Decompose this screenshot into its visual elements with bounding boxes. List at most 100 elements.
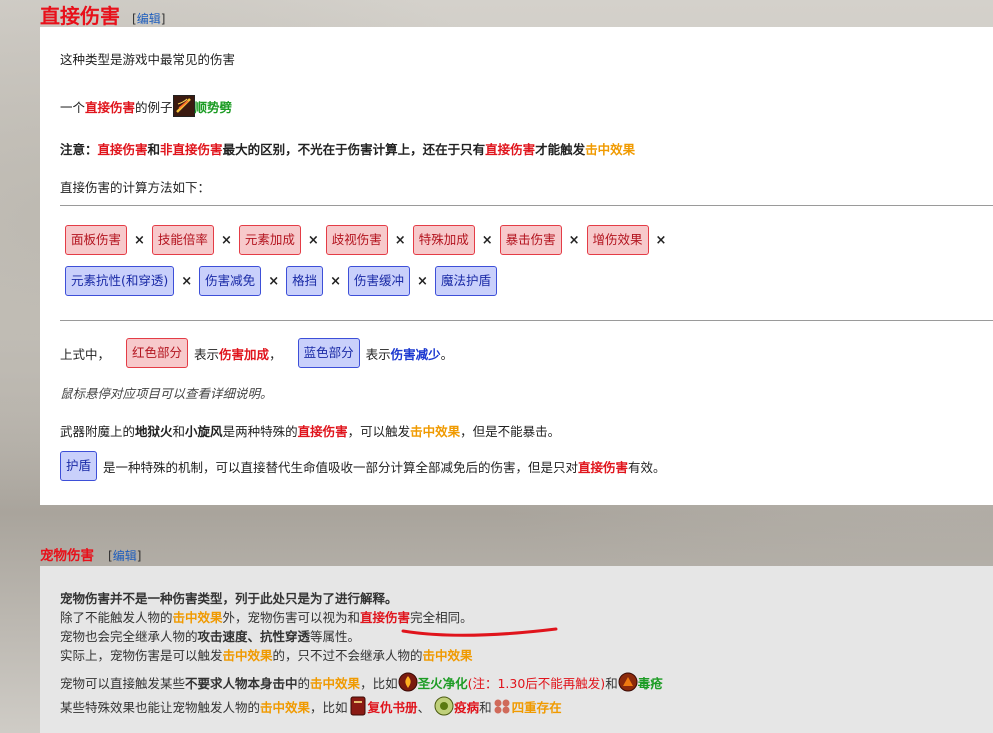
pet-text: 、 (417, 699, 431, 715)
formula-term-crit-damage[interactable]: 暴击伤害 (499, 225, 562, 255)
weapon-hellfire: 地狱火 (135, 424, 173, 439)
edit-link-wrapper: [编辑] (108, 549, 142, 563)
formula-term-panel-damage[interactable]: 面板伤害 (65, 225, 128, 255)
shield-direct-damage-link[interactable]: 直接伤害 (578, 457, 628, 476)
pet-text: 宠物可以直接触发某些 (60, 675, 186, 691)
formula-term-element-resist[interactable]: 元素抗性(和穿透) (65, 266, 175, 296)
handwritten-underline (401, 627, 558, 637)
pet-damage-panel: 宠物伤害并不是一种伤害类型，列于此处只是为了进行解释。 除了不能触发人物的击中效… (40, 566, 993, 733)
edit-link[interactable]: 编辑 (137, 12, 161, 26)
pet-hit-effect-link[interactable]: 击中效果 (223, 648, 273, 663)
poison-sore-link[interactable]: 毒疮 (638, 673, 663, 692)
formula-term-element-bonus[interactable]: 元素加成 (238, 225, 301, 255)
pet-no-hit-required: 不要求人物本身击中 (185, 675, 298, 691)
weapon-enchant-line: 武器附魔上的地狱火和小旋风是两种特殊的直接伤害，可以触发击中效果，但是不能暴击。 (60, 421, 560, 440)
pet-attrs: 攻击速度、抗性穿透 (197, 629, 311, 644)
example-middle: 的例子 (135, 99, 173, 115)
quadruple-existence-icon[interactable] (492, 696, 512, 716)
pet-line-5: 宠物可以直接触发某些 不要求人物本身击中的击中效果 ，比如 圣火净化 (注：1.30后… (60, 672, 663, 692)
quadruple-existence-link[interactable]: 四重存在 (512, 697, 562, 716)
formula-term-discrimination-damage[interactable]: 歧视伤害 (325, 225, 388, 255)
poison-sore-icon[interactable] (618, 672, 638, 692)
formula-term-special-bonus[interactable]: 特殊加成 (412, 225, 475, 255)
pet-hit-effect-link[interactable]: 击中效果 (310, 673, 360, 692)
pet-hit-effect-link[interactable]: 击中效果 (260, 697, 310, 716)
pet-text: 某些特殊效果也能让宠物触发人物的 (60, 699, 261, 715)
multiply-sign: × (481, 232, 493, 248)
note-and: 和 (147, 142, 161, 157)
multiply-sign: × (568, 232, 580, 248)
weapon-and: 和 (172, 424, 186, 439)
pet-text: 外，宠物伤害可以视为和 (222, 610, 361, 625)
note-term-direct-2[interactable]: 直接伤害 (485, 142, 535, 157)
multiply-sign: × (655, 232, 667, 248)
revenge-book-link[interactable]: 复仇书册 (368, 697, 418, 716)
multiply-sign: × (394, 232, 406, 248)
note-text-2: 才能触发 (535, 142, 586, 157)
hover-hint: 鼠标悬停对应项目可以查看详细说明。 (60, 386, 273, 401)
legend-sep: ， (269, 346, 282, 362)
pet-hit-effect-link[interactable]: 击中效果 (173, 610, 223, 625)
section-heading-pet-damage: 宠物伤害 [编辑] (40, 544, 141, 564)
pet-text: ，比如 (360, 675, 398, 691)
shield-text: 是一种特殊的机制，可以直接替代生命值吸收一部分计算全部减免后的伤害，但是只对 (103, 459, 579, 475)
shield-text-end: 有效。 (628, 459, 666, 475)
multiply-sign: × (268, 273, 280, 289)
weapon-text: 武器附魔上的 (60, 424, 136, 439)
formula-term-block[interactable]: 格挡 (286, 266, 324, 296)
multiply-sign: × (307, 232, 319, 248)
multiply-sign: × (220, 232, 232, 248)
shield-chip[interactable]: 护盾 (60, 451, 98, 481)
example-term[interactable]: 直接伤害 (85, 97, 135, 116)
legend-end: 。 (440, 346, 454, 362)
edit-link-wrapper: [编辑] (132, 12, 166, 26)
revenge-book-icon[interactable] (350, 696, 366, 716)
pet-text: 等属性。 (310, 629, 361, 644)
pet-text: ，比如 (310, 699, 348, 715)
note-term-direct[interactable]: 直接伤害 (98, 142, 148, 157)
note-term-hit-effect[interactable]: 击中效果 (585, 142, 635, 157)
holy-fire-link[interactable]: 圣火净化 (418, 673, 468, 692)
legend-blue-chip: 蓝色部分 (297, 338, 360, 368)
formula-term-damage-increase[interactable]: 增伤效果 (586, 225, 649, 255)
calc-intro: 直接伤害的计算方法如下： (60, 180, 211, 195)
formula-row-red: 面板伤害 × 技能倍率 × 元素加成 × 歧视伤害 × 特殊加成 × 暴击伤害 × 增伤效果… (65, 225, 673, 255)
formula-term-magic-shield[interactable]: 魔法护盾 (434, 266, 497, 296)
edit-link-pet[interactable]: 编辑 (113, 549, 137, 563)
pet-text: 的，只不过不会继承人物的 (272, 648, 423, 663)
pet-text: 的 (297, 675, 311, 691)
sword-slash-icon[interactable] (172, 95, 195, 117)
example-prefix: 一个 (60, 99, 86, 115)
formula-term-skill-multiplier[interactable]: 技能倍率 (151, 225, 214, 255)
divider (60, 320, 993, 321)
pet-line-6: 某些特殊效果也能让宠物触发人物的 击中效果 ，比如 复仇书册、 疫病和 四重存在 (60, 696, 562, 716)
pet-text: 宠物也会完全继承人物的 (60, 629, 198, 644)
pet-line-3: 宠物也会完全继承人物的攻击速度、抗性穿透等属性。 (60, 626, 360, 645)
example-skill-link[interactable]: 顺势劈 (195, 97, 233, 116)
multiply-sign: × (417, 273, 428, 289)
plague-icon[interactable] (434, 696, 454, 716)
legend-red-text: 表示 (194, 346, 220, 362)
weapon-hit-effect-link[interactable]: 击中效果 (410, 424, 460, 439)
weapon-direct-damage-link[interactable]: 直接伤害 (298, 424, 348, 439)
example-line: 一个 直接伤害 的例子 顺势劈 (60, 95, 232, 117)
pet-text: 除了不能触发人物的 (60, 610, 173, 625)
multiply-sign: × (181, 273, 193, 289)
legend-prefix: 上式中， (60, 346, 111, 362)
section-title-pet: 宠物伤害 (40, 548, 94, 564)
holy-fire-icon[interactable] (398, 672, 418, 692)
formula-term-damage-reduction[interactable]: 伤害减免 (199, 266, 262, 296)
plague-link[interactable]: 疫病 (454, 697, 479, 716)
formula-term-damage-buffer[interactable]: 伤害缓冲 (348, 266, 411, 296)
multiply-sign: × (330, 273, 342, 289)
pet-line-1: 宠物伤害并不是一种伤害类型，列于此处只是为了进行解释。 (60, 591, 398, 606)
section-heading-direct-damage: 直接伤害 [编辑] (40, 0, 166, 28)
weapon-text-3: ，可以触发 (347, 424, 411, 439)
legend-blue-term: 伤害减少 (390, 346, 441, 362)
pet-hit-effect-link[interactable]: 击中效果 (423, 648, 473, 663)
note-line: 注意：直接伤害和非直接伤害最大的区别，不光在于伤害计算上，还在于只有直接伤害才能… (60, 139, 635, 158)
direct-damage-panel: 这种类型是游戏中最常见的伤害 一个 直接伤害 的例子 顺势劈 注意：直接伤害和非… (40, 27, 993, 505)
pet-text: 和 (479, 699, 492, 715)
note-term-indirect[interactable]: 非直接伤害 (160, 142, 223, 157)
legend-line: 上式中， 红色部分 表示 伤害加成 ， 蓝色部分 表示 伤害减少 。 (60, 338, 453, 368)
